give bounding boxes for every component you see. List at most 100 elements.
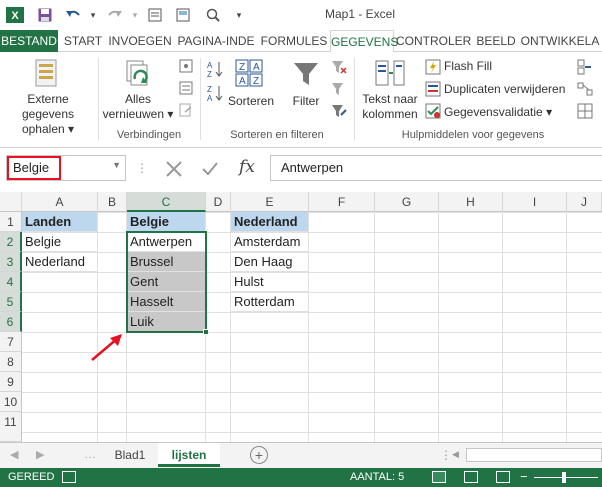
normal-view-icon[interactable] — [432, 471, 446, 483]
cell-c1[interactable]: Belgie — [127, 212, 206, 232]
drag-handle-icon[interactable]: ⋮ — [136, 161, 148, 175]
row-header-10[interactable]: 10 — [0, 392, 22, 412]
new-sheet-icon[interactable]: + — [250, 446, 268, 464]
name-box-dropdown-icon[interactable]: ▼ — [112, 160, 121, 170]
row-header-8[interactable]: 8 — [0, 352, 22, 372]
scroll-left-icon[interactable]: ◀ — [10, 448, 18, 461]
row-header-1[interactable]: 1 — [0, 212, 22, 232]
cell-c4[interactable]: Gent — [127, 272, 206, 292]
text-to-columns-button[interactable]: Tekst naar kolommen — [358, 92, 422, 122]
undo-dropdown-icon[interactable]: ▾ — [84, 6, 102, 24]
properties-icon[interactable] — [178, 80, 194, 96]
relationships-icon[interactable] — [576, 80, 594, 98]
sort-button[interactable]: Sorteren — [224, 94, 278, 109]
filter-button[interactable]: Filter — [284, 94, 328, 109]
reapply-icon[interactable] — [330, 80, 348, 98]
external-data-button[interactable]: Externe gegevens ophalen ▾ — [0, 92, 96, 137]
tab-pagina-indeling[interactable]: PAGINA-INDE — [174, 30, 258, 52]
cell-e4[interactable]: Hulst — [231, 272, 309, 292]
edit-links-icon[interactable] — [178, 102, 194, 118]
page-layout-view-icon[interactable] — [464, 471, 478, 483]
sort-az-icon[interactable]: AZ — [206, 60, 224, 78]
tab-bestand[interactable]: BESTAND — [0, 30, 58, 52]
cell-a3[interactable]: Nederland — [22, 252, 98, 272]
hscroll-left-icon[interactable]: ◀ — [452, 449, 459, 460]
tab-beeld[interactable]: BEELD — [474, 30, 518, 52]
text-to-columns-icon[interactable] — [374, 58, 406, 88]
row-header-9[interactable]: 9 — [0, 372, 22, 392]
form-icon[interactable] — [146, 6, 164, 24]
row-header-11[interactable]: 11 — [0, 412, 22, 442]
sheet-tab-blad1[interactable]: Blad1 — [104, 443, 156, 467]
cell-c6[interactable]: Luik — [127, 312, 206, 332]
column-header-d[interactable]: D — [206, 192, 231, 212]
flash-fill-icon[interactable] — [424, 58, 442, 76]
column-header-e[interactable]: E — [231, 192, 309, 212]
save-icon[interactable] — [36, 6, 54, 24]
formula-input[interactable]: Antwerpen — [270, 155, 602, 181]
row-header-6[interactable]: 6 — [0, 312, 22, 332]
name-box[interactable]: Belgie ▼ — [6, 155, 126, 181]
refresh-all-icon[interactable] — [122, 58, 152, 90]
more-sheets-right-icon[interactable]: ⋮ — [440, 448, 452, 462]
page-break-view-icon[interactable] — [496, 471, 510, 483]
data-validation-icon[interactable] — [424, 102, 442, 120]
macro-record-icon[interactable] — [62, 471, 76, 483]
tab-invoegen[interactable]: INVOEGEN — [108, 30, 172, 52]
what-if-icon[interactable] — [576, 102, 594, 120]
sort-za-icon[interactable]: ZA — [206, 84, 224, 102]
advanced-filter-icon[interactable] — [330, 102, 348, 120]
undo-icon[interactable] — [64, 6, 82, 24]
filter-icon[interactable] — [290, 58, 322, 90]
horizontal-scrollbar[interactable] — [466, 448, 602, 462]
fill-handle[interactable] — [203, 329, 209, 335]
redo-icon[interactable] — [106, 6, 124, 24]
cell-e2[interactable]: Amsterdam — [231, 232, 309, 252]
flash-fill-button[interactable]: Flash Fill — [444, 59, 524, 74]
cell-c5[interactable]: Hasselt — [127, 292, 206, 312]
select-all-corner[interactable] — [0, 192, 22, 212]
external-data-icon[interactable] — [32, 58, 60, 88]
cell-e5[interactable]: Rotterdam — [231, 292, 309, 312]
zoom-icon[interactable] — [204, 6, 222, 24]
zoom-slider[interactable] — [534, 477, 598, 478]
connections-icon[interactable] — [178, 58, 194, 74]
cancel-icon[interactable] — [160, 156, 188, 182]
column-header-g[interactable]: G — [375, 192, 439, 212]
column-header-j[interactable]: J — [567, 192, 602, 212]
column-header-c[interactable]: C — [127, 192, 206, 212]
column-header-h[interactable]: H — [439, 192, 503, 212]
column-header-f[interactable]: F — [309, 192, 375, 212]
row-header-2[interactable]: 2 — [0, 232, 22, 252]
column-header-b[interactable]: B — [98, 192, 127, 212]
data-validation-button[interactable]: Gegevensvalidatie ▾ — [444, 105, 564, 120]
print-preview-icon[interactable] — [174, 6, 192, 24]
zoom-out-icon[interactable]: − — [520, 469, 528, 484]
customize-icon[interactable]: ▾ — [230, 6, 248, 24]
remove-duplicates-icon[interactable] — [424, 80, 442, 98]
cell-c3[interactable]: Brussel — [127, 252, 206, 272]
clear-filter-icon[interactable] — [330, 58, 348, 76]
insert-function-icon[interactable]: fx — [232, 157, 262, 181]
cell-e3[interactable]: Den Haag — [231, 252, 309, 272]
row-header-4[interactable]: 4 — [0, 272, 22, 292]
row-header-3[interactable]: 3 — [0, 252, 22, 272]
cell-e1[interactable]: Nederland — [231, 212, 309, 232]
tab-controleren[interactable]: CONTROLER — [396, 30, 471, 52]
scroll-right-icon[interactable]: ▶ — [36, 448, 44, 461]
column-header-a[interactable]: A — [22, 192, 98, 212]
remove-duplicates-button[interactable]: Duplicaten verwijderen — [444, 82, 568, 97]
row-header-7[interactable]: 7 — [0, 332, 22, 352]
column-header-i[interactable]: I — [503, 192, 567, 212]
cell-a2[interactable]: Belgie — [22, 232, 98, 252]
redo-dropdown-icon[interactable]: ▾ — [126, 6, 144, 24]
row-header-5[interactable]: 5 — [0, 292, 22, 312]
more-sheets-left-icon[interactable]: … — [84, 447, 96, 461]
cell-c2[interactable]: Antwerpen — [127, 232, 206, 252]
sheet-tab-lijsten[interactable]: lijsten — [158, 443, 220, 467]
refresh-all-button[interactable]: Alles vernieuwen ▾ — [100, 92, 176, 122]
tab-formules[interactable]: FORMULES — [260, 30, 328, 52]
cell-a1[interactable]: Landen — [22, 212, 98, 232]
tab-start[interactable]: START — [60, 30, 106, 52]
sort-icon[interactable]: ZAAZ — [234, 58, 266, 88]
